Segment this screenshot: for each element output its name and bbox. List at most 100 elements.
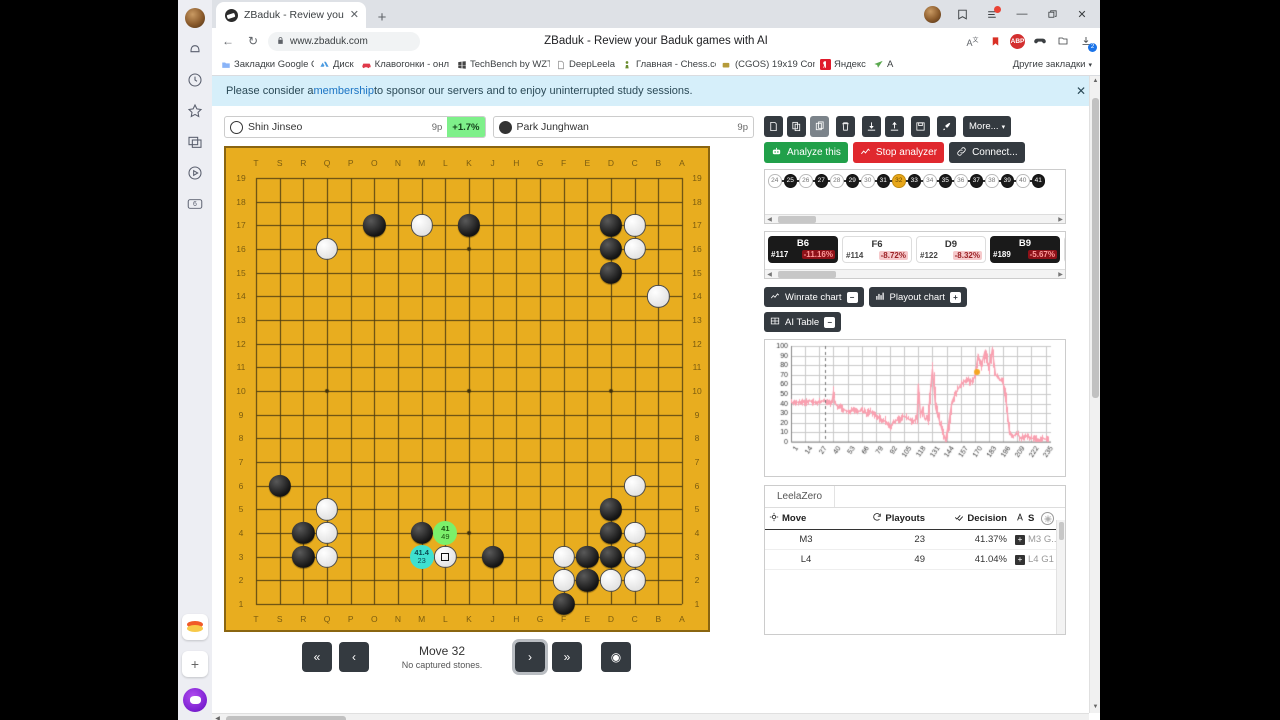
bookmark-item[interactable]: A <box>871 58 895 71</box>
menu-icon[interactable] <box>978 1 1006 27</box>
save-icon[interactable] <box>911 116 930 137</box>
scroll-right-arrow[interactable]: ▶ <box>1056 271 1065 278</box>
move-chip[interactable]: 25 <box>783 174 797 188</box>
scrollbar-thumb[interactable] <box>226 716 346 720</box>
move-chip[interactable]: 27 <box>814 174 828 188</box>
expand-toggle-icon[interactable]: + <box>949 291 961 303</box>
banner-close-icon[interactable]: ✕ <box>1076 84 1086 98</box>
trash-icon[interactable] <box>836 116 855 137</box>
launcher-avatar[interactable] <box>183 6 207 30</box>
expand-sequence-button[interactable]: + <box>1015 534 1025 545</box>
launcher-add-button[interactable]: + <box>182 651 208 677</box>
counter-icon[interactable]: 6 <box>183 192 207 216</box>
move-chip[interactable]: 28 <box>830 174 844 188</box>
playout-chart-toggle[interactable]: Playout chart + <box>868 287 967 307</box>
move-chip[interactable]: 33 <box>907 174 921 188</box>
move-chip[interactable]: 39 <box>1000 174 1014 188</box>
scroll-left-arrow[interactable]: ◀ <box>765 271 774 278</box>
brush-icon[interactable] <box>937 116 956 137</box>
membership-link[interactable]: membership <box>313 85 374 97</box>
scrollbar-thumb[interactable] <box>1092 98 1099 398</box>
gear-icon[interactable] <box>1041 512 1055 525</box>
browser-tab[interactable]: ZBaduk - Review your B ✕ <box>216 2 366 28</box>
move-chip[interactable]: 32 <box>892 174 906 188</box>
mistake-card[interactable]: D9 #122 -8.32% <box>916 236 986 263</box>
scrollbar-thumb[interactable] <box>778 215 816 223</box>
scroll-left-arrow[interactable]: ◀ <box>212 714 223 720</box>
scroll-left-arrow[interactable]: ◀ <box>765 216 774 223</box>
winrate-chart-toggle[interactable]: Winrate chart − <box>764 287 864 307</box>
move-chip[interactable]: 30 <box>861 174 875 188</box>
maximize-button[interactable] <box>1038 1 1066 27</box>
column-decision[interactable]: Decision <box>929 508 1011 529</box>
white-player-box[interactable]: Shin Jinseo 9p +1.7% <box>224 116 486 138</box>
expand-sequence-button[interactable]: + <box>1015 554 1025 565</box>
mistake-card[interactable]: B9 #189 -5.67% <box>990 236 1060 263</box>
move-chip[interactable]: 34 <box>923 174 937 188</box>
ai-suggestion-marker[interactable]: 41 49 <box>433 521 458 545</box>
move-chip[interactable]: 36 <box>954 174 968 188</box>
bookmark-icon[interactable] <box>987 33 1004 50</box>
close-window-button[interactable]: ✕ <box>1068 1 1096 27</box>
adblock-icon[interactable]: ABP <box>1010 33 1025 49</box>
move-chip[interactable]: 40 <box>1016 174 1030 188</box>
bookmark-item[interactable]: Закладки Google Chro ▾ <box>218 58 314 71</box>
bookmark-item[interactable]: Главная - Chess.co <box>620 58 716 71</box>
new-file-icon[interactable] <box>764 116 783 137</box>
move-list-strip[interactable]: 24 25 26 27 28 29 30 31 32 33 34 35 36 37 38 39 40 41 ◀ ▶ <box>764 169 1066 224</box>
stop-analyzer-button[interactable]: Stop analyzer <box>852 142 945 163</box>
first-move-button[interactable]: « <box>302 642 332 672</box>
back-button[interactable]: ← <box>218 31 238 51</box>
star-icon[interactable] <box>183 99 207 123</box>
other-bookmarks-button[interactable]: Другие закладки ▾ <box>1011 58 1094 71</box>
move-chip[interactable]: 35 <box>938 174 952 188</box>
address-bar[interactable]: www.zbaduk.com <box>268 31 420 51</box>
mistake-card[interactable]: F6 #114 -8.72% <box>842 236 912 263</box>
tab-leelazero[interactable]: LeelaZero <box>765 486 836 507</box>
ai-suggestion-marker[interactable]: 41.4 23 <box>409 544 434 569</box>
move-chip[interactable]: 38 <box>985 174 999 188</box>
downloads-icon[interactable]: 2 <box>1077 33 1097 52</box>
connect-button[interactable]: Connect... <box>949 142 1025 163</box>
download-icon[interactable] <box>862 116 881 137</box>
table-row[interactable]: L4 49 41.04% + L4 G1 ... <box>765 550 1065 570</box>
bookmark-item[interactable]: DeepLeela <box>553 58 617 71</box>
tabs-icon[interactable] <box>183 130 207 154</box>
move-chip[interactable]: 29 <box>845 174 859 188</box>
paste-icon[interactable] <box>810 116 829 137</box>
scroll-right-arrow[interactable]: ▶ <box>1056 216 1065 223</box>
bookmark-item[interactable]: Клавогонки - онл <box>359 58 451 71</box>
move-chip[interactable]: 41 <box>1031 174 1045 188</box>
move-chip[interactable]: 26 <box>799 174 813 188</box>
collapse-toggle-icon[interactable]: − <box>824 316 836 328</box>
column-move[interactable]: Move <box>765 508 847 529</box>
collapse-toggle-icon[interactable]: − <box>846 291 858 303</box>
scroll-up-arrow[interactable]: ▲ <box>1090 76 1100 87</box>
bookmark-item[interactable]: TechBench by WZT <box>454 58 550 71</box>
close-tab-icon[interactable]: ✕ <box>350 9 359 21</box>
translate-icon[interactable]: A文 <box>964 33 981 50</box>
more-menu-button[interactable]: More... ▾ <box>963 116 1012 137</box>
mistakes-scrollbar[interactable]: ◀ ▶ <box>765 269 1065 278</box>
page-horizontal-scrollbar[interactable]: ◀ <box>212 713 1089 720</box>
launcher-app-opera[interactable] <box>183 688 207 712</box>
move-chip[interactable]: 24 <box>768 174 782 188</box>
table-row[interactable]: M3 23 41.37% + M3 G... <box>765 530 1065 550</box>
scrollbar-thumb[interactable] <box>1058 522 1064 540</box>
bookmark-item[interactable]: Диск <box>317 58 356 71</box>
scrollbar-thumb[interactable] <box>778 270 836 278</box>
next-move-button[interactable]: › <box>512 639 548 675</box>
analyze-button[interactable]: Analyze this <box>764 142 848 163</box>
scroll-down-arrow[interactable]: ▼ <box>1090 702 1100 713</box>
toggle-analysis-button[interactable]: ◉ <box>601 642 631 672</box>
launcher-app-gnome[interactable] <box>182 614 208 640</box>
new-tab-button[interactable]: + <box>370 6 394 28</box>
minimize-button[interactable]: — <box>1008 1 1036 27</box>
mistake-card[interactable]: # <box>1064 236 1065 263</box>
collections-icon[interactable] <box>1054 33 1071 50</box>
profile-avatar-button[interactable] <box>918 1 946 27</box>
move-chip[interactable]: 31 <box>876 174 890 188</box>
collections-icon[interactable] <box>948 1 976 27</box>
column-playouts[interactable]: Playouts <box>847 508 929 529</box>
ai-table-scrollbar[interactable] <box>1056 520 1065 634</box>
